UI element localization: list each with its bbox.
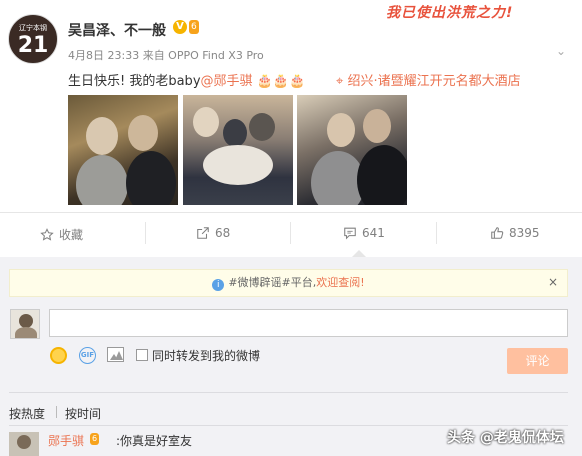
post-text: 生日快乐! 我的老baby — [68, 74, 201, 89]
author-username[interactable]: 吴昌泽、不一般 — [68, 20, 166, 40]
location-pin-icon: ⌖ — [336, 74, 344, 89]
emoji-icon[interactable] — [50, 347, 67, 364]
avatar-number: 21 — [17, 33, 49, 58]
post-photo-2[interactable] — [183, 95, 293, 205]
comment-text: :你真是好室友 — [116, 434, 193, 448]
watermark-text: 我已使出洪荒之力! — [386, 5, 514, 21]
like-count: 8395 — [509, 226, 540, 240]
favorite-button[interactable]: 收藏 — [40, 226, 83, 243]
verified-badge: V — [173, 20, 187, 34]
thumbs-up-icon — [491, 227, 504, 239]
location-link[interactable]: ⌖ 绍兴·诸暨耀江开元名都大酒店 — [336, 70, 521, 89]
submit-comment-button[interactable]: 评论 — [507, 348, 568, 374]
comment-button[interactable]: 641 — [343, 226, 385, 240]
sort-by-hot-tab[interactable]: 按热度 — [9, 405, 45, 422]
post-photo-3[interactable] — [297, 95, 407, 205]
author-avatar[interactable]: 辽宁本钢 21 — [8, 14, 58, 64]
comment-level-badge: 6 — [90, 433, 100, 445]
star-icon — [40, 227, 54, 241]
image-icon[interactable] — [107, 347, 124, 362]
location-text: 绍兴·诸暨耀江开元名都大酒店 — [347, 74, 521, 89]
sort-by-time-tab[interactable]: 按时间 — [65, 405, 101, 422]
repost-option-label[interactable]: 同时转发到我的微博 — [152, 347, 260, 364]
comment-input[interactable] — [49, 309, 568, 337]
action-bar-top-divider — [0, 212, 582, 213]
sort-divider — [9, 392, 568, 393]
repost-count: 68 — [215, 226, 231, 240]
overlay-watermark: 头条 @老鬼侃体坛 — [447, 430, 564, 446]
favorite-label: 收藏 — [59, 228, 84, 242]
rumor-notice-banner: i #微博辟谣#平台,欢迎查阅! — [9, 269, 568, 297]
comment-list-divider — [9, 425, 568, 426]
notice-link[interactable]: 欢迎查阅! — [316, 276, 364, 289]
cake-emoji: 🎂🎂🎂 — [256, 74, 306, 89]
avatar-team-text: 辽宁本钢 — [19, 24, 47, 32]
info-icon: i — [212, 279, 225, 291]
share-icon — [197, 227, 209, 239]
sort-separator — [56, 406, 57, 418]
action-separator — [290, 222, 291, 244]
close-icon[interactable]: × — [548, 275, 558, 289]
comment-count: 641 — [362, 226, 385, 240]
gif-icon[interactable]: GIF — [79, 347, 96, 364]
post-photo-1[interactable] — [68, 95, 178, 205]
notice-text: #微博辟谣#平台, — [228, 276, 317, 289]
like-button[interactable]: 8395 — [490, 226, 540, 240]
chevron-down-icon[interactable]: ⌄ — [556, 44, 566, 58]
repost-checkbox[interactable] — [136, 349, 148, 361]
comment-caret — [352, 250, 366, 257]
repost-button[interactable]: 68 — [196, 226, 230, 240]
current-user-avatar[interactable] — [10, 309, 40, 339]
comment-username[interactable]: 郧手骐 — [48, 432, 84, 449]
action-separator — [436, 222, 437, 244]
action-separator — [145, 222, 146, 244]
mention-link[interactable]: @郧手骐 — [201, 74, 253, 89]
level-badge: 6 — [189, 20, 199, 34]
post-content: 生日快乐! 我的老baby@郧手骐 🎂🎂🎂 — [68, 70, 305, 89]
comment-icon — [344, 227, 356, 240]
post-meta: 4月8日 23:33 来自 OPPO Find X3 Pro — [68, 49, 264, 62]
comment-user-avatar[interactable] — [9, 432, 39, 456]
